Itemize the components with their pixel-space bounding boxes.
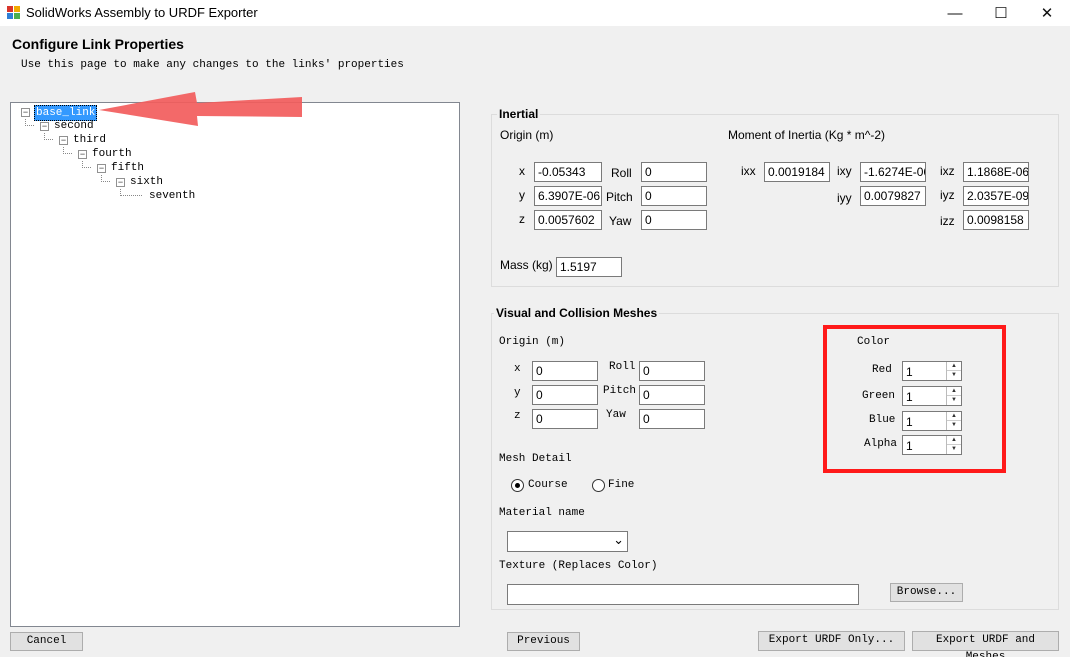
export-urdf-only-button[interactable]: Export URDF Only... [758, 631, 905, 651]
visual-z-label: z [514, 410, 521, 422]
visual-origin-label: Origin (m) [499, 336, 566, 348]
previous-button[interactable]: Previous [507, 632, 580, 651]
inertial-origin-label: Origin (m) [500, 128, 554, 142]
tree-item-label: third [73, 134, 107, 146]
inertial-pitch-field[interactable]: 0 [641, 186, 707, 206]
fine-label: Fine [608, 479, 635, 491]
visual-roll-field[interactable]: 0 [639, 361, 705, 381]
collapse-icon[interactable]: − [21, 108, 30, 117]
link-tree[interactable]: − base_link − second − third − fourth − … [10, 102, 460, 627]
tree-item-label: second [54, 120, 94, 132]
ixz-field[interactable]: 1.1868E-06 [963, 162, 1029, 182]
inertial-yaw-field[interactable]: 0 [641, 210, 707, 230]
collapse-icon[interactable]: − [40, 122, 49, 131]
mesh-detail-label: Mesh Detail [499, 453, 572, 465]
inertial-pitch-label: Pitch [606, 190, 633, 204]
annotation-arrow [99, 92, 302, 126]
inertial-group-title: Inertial [497, 107, 541, 121]
inertial-y-field[interactable]: 6.3907E-06 [534, 186, 602, 206]
mass-label: Mass (kg) [500, 258, 553, 272]
visual-y-field[interactable]: 0 [532, 385, 598, 405]
inertial-x-field[interactable]: -0.05343 [534, 162, 602, 182]
close-button[interactable]: ✕ [1024, 0, 1070, 26]
moment-of-inertia-label: Moment of Inertia (Kg * m^-2) [728, 128, 886, 142]
browse-button[interactable]: Browse... [890, 583, 963, 602]
cancel-button[interactable]: Cancel [10, 632, 83, 651]
visual-pitch-field[interactable]: 0 [639, 385, 705, 405]
izz-label: izz [940, 214, 955, 228]
page-title: Configure Link Properties [12, 36, 184, 52]
inertial-roll-label: Roll [611, 166, 632, 180]
texture-label: Texture (Replaces Color) [499, 560, 658, 572]
visual-x-field[interactable]: 0 [532, 361, 598, 381]
izz-field[interactable]: 0.0098158 [963, 210, 1029, 230]
iyz-label: iyz [940, 188, 955, 202]
tree-item-label: fourth [92, 148, 132, 160]
tree-item-label: sixth [130, 176, 164, 188]
inertial-z-field[interactable]: 0.0057602 [534, 210, 602, 230]
maximize-button[interactable]: ☐ [978, 0, 1024, 26]
visual-x-label: x [514, 363, 521, 375]
ixx-label: ixx [741, 164, 756, 178]
app-icon [7, 6, 20, 19]
visual-z-field[interactable]: 0 [532, 409, 598, 429]
material-dropdown[interactable]: ⌄ [507, 531, 628, 552]
iyy-label: iyy [837, 191, 852, 205]
tree-item-label: seventh [149, 190, 196, 202]
fine-radio[interactable] [592, 479, 605, 492]
visual-y-label: y [514, 387, 521, 399]
material-name-label: Material name [499, 507, 585, 519]
inertial-z-label: z [519, 212, 525, 226]
title-bar: SolidWorks Assembly to URDF Exporter — ☐… [0, 0, 1070, 26]
ixy-field[interactable]: -1.6274E-06 [860, 162, 926, 182]
visual-yaw-field[interactable]: 0 [639, 409, 705, 429]
inertial-y-label: y [519, 188, 525, 202]
inertial-yaw-label: Yaw [609, 214, 632, 228]
inertial-roll-field[interactable]: 0 [641, 162, 707, 182]
chevron-down-icon: ⌄ [613, 532, 624, 547]
ixz-label: ixz [940, 164, 955, 178]
collapse-icon[interactable]: − [59, 136, 68, 145]
iyy-field[interactable]: 0.0079827 [860, 186, 926, 206]
ixy-label: ixy [837, 164, 852, 178]
inertial-x-label: x [519, 164, 525, 178]
texture-path-field[interactable] [507, 584, 859, 605]
radio-selected-dot [515, 483, 520, 488]
collapse-icon[interactable]: − [97, 164, 106, 173]
collapse-icon[interactable]: − [78, 150, 87, 159]
minimize-button[interactable]: — [932, 0, 978, 26]
ixx-field[interactable]: 0.0019184 [764, 162, 830, 182]
visual-group-title: Visual and Collision Meshes [494, 306, 660, 320]
collapse-icon[interactable]: − [116, 178, 125, 187]
tree-item-label: fifth [111, 162, 145, 174]
mass-field[interactable]: 1.5197 [556, 257, 622, 277]
export-urdf-and-meshes-button[interactable]: Export URDF and Meshes [912, 631, 1059, 657]
visual-yaw-label: Yaw [606, 409, 626, 421]
annotation-highlight-box [823, 325, 1006, 473]
window-title: SolidWorks Assembly to URDF Exporter [26, 5, 258, 20]
visual-pitch-label: Pitch [603, 385, 637, 397]
course-radio[interactable] [511, 479, 524, 492]
iyz-field[interactable]: 2.0357E-09 [963, 186, 1029, 206]
visual-roll-label: Roll [609, 361, 636, 373]
page-subtitle: Use this page to make any changes to the… [21, 59, 404, 71]
course-label: Course [528, 479, 568, 491]
